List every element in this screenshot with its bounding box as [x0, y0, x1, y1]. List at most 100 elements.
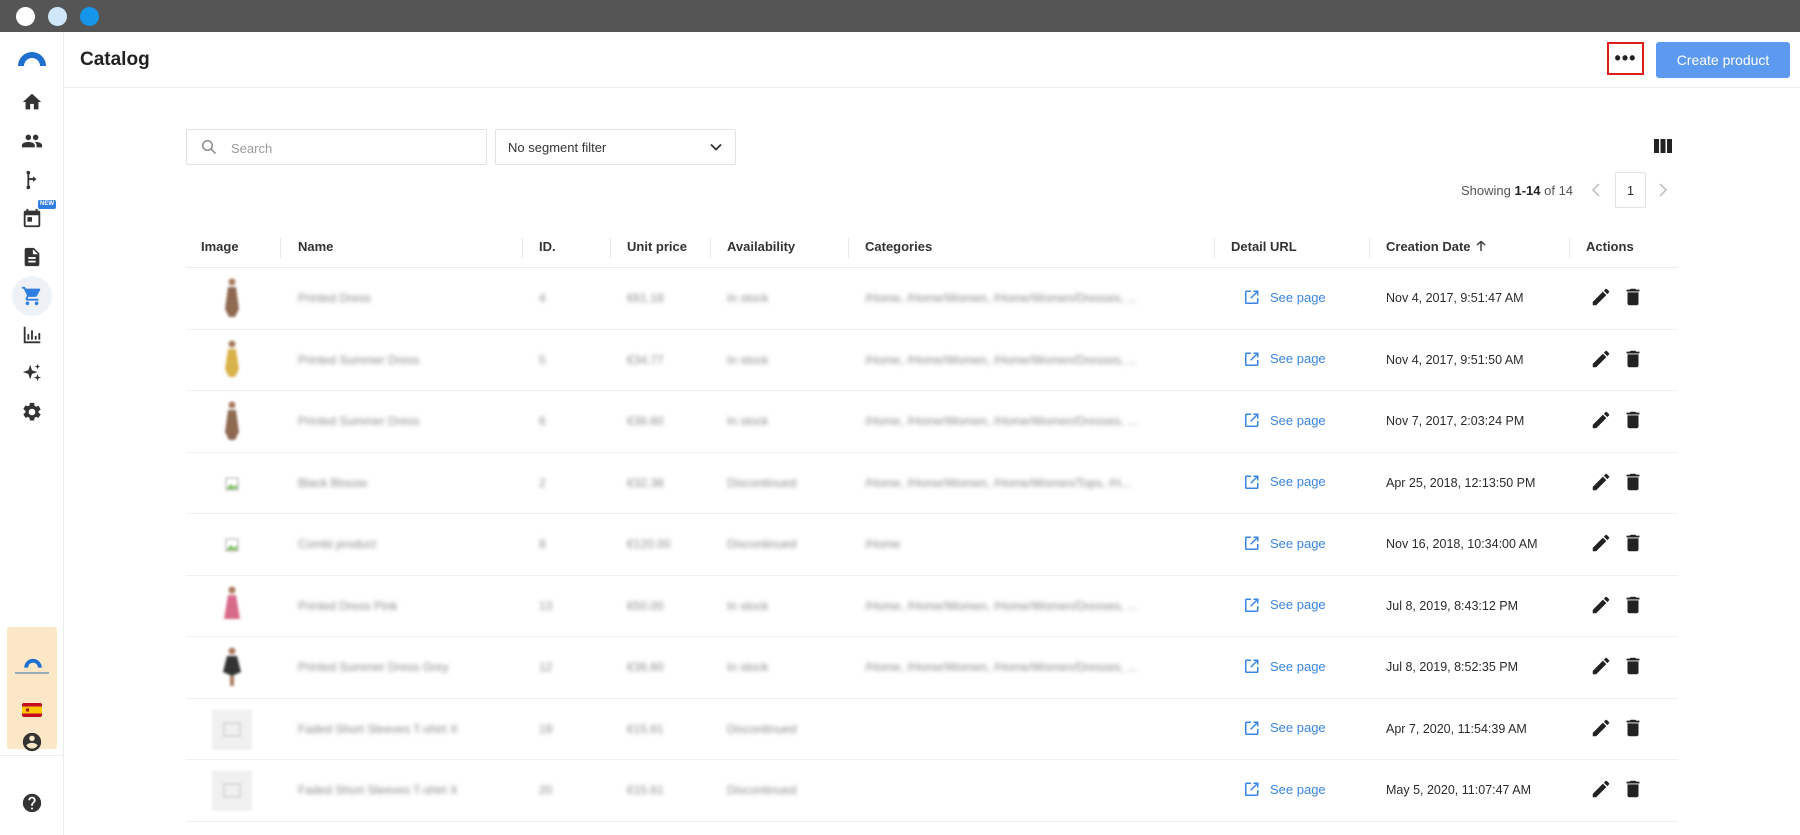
edit-pencil-icon[interactable] [1590, 655, 1612, 677]
sparkle-icon [22, 363, 42, 382]
account-logo-icon [24, 658, 42, 668]
see-page-link[interactable]: See page [1244, 597, 1326, 613]
see-page-label: See page [1270, 597, 1326, 612]
sidebar-item-documents[interactable] [12, 237, 52, 277]
see-page-label: See page [1270, 412, 1326, 428]
window-minimize-button[interactable] [48, 7, 67, 26]
column-header-id[interactable]: ID. [539, 239, 556, 254]
sidebar-item-contacts[interactable] [12, 121, 52, 161]
product-price: €15.61 [627, 783, 664, 797]
product-categories: /Home, /Home/Women, /Home/Women/Dresses,… [865, 291, 1138, 305]
see-page-link[interactable]: See page [1244, 781, 1326, 797]
product-price: €36.60 [627, 414, 664, 428]
page-title: Catalog [80, 49, 150, 70]
column-header-name[interactable]: Name [298, 239, 333, 254]
edit-pencil-icon[interactable] [1590, 471, 1612, 493]
new-badge: NEW [38, 200, 56, 209]
column-header-categories[interactable]: Categories [865, 239, 932, 254]
table-row[interactable]: Combi product 8 €120.00 Discontinued /Ho… [186, 514, 1678, 576]
edit-pencil-icon[interactable] [1590, 778, 1612, 800]
see-page-link[interactable]: See page [1244, 658, 1326, 674]
table-row[interactable]: Printed Dress Pink 13 €50.00 In stock /H… [186, 576, 1678, 637]
edit-pencil-icon[interactable] [1590, 286, 1612, 308]
product-price: €32.38 [627, 475, 664, 490]
delete-trash-icon[interactable] [1622, 471, 1644, 493]
chevron-right-icon[interactable] [1655, 180, 1671, 200]
table-row[interactable]: Faded Short Sleeves T-shirt X 19 €15.61 … [186, 699, 1678, 760]
edit-pencil-icon[interactable] [1590, 532, 1612, 554]
edit-pencil-icon[interactable] [1590, 594, 1612, 616]
product-price: €36.60 [627, 660, 664, 674]
product-name: Printed Dress [298, 291, 371, 305]
product-categories: /Home, /Home/Women, /Home/Women/Dresses,… [865, 660, 1138, 674]
delete-trash-icon[interactable] [1622, 286, 1644, 308]
see-page-link[interactable]: See page [1244, 720, 1326, 736]
page-number-input[interactable]: 1 [1615, 172, 1646, 208]
external-link-icon [1245, 475, 1259, 489]
delete-trash-icon[interactable] [1622, 409, 1644, 431]
window-close-button[interactable] [16, 7, 35, 26]
sidebar-item-automation[interactable] [12, 160, 52, 200]
cart-icon [21, 286, 41, 306]
search-input[interactable] [231, 138, 471, 158]
catalog-table: Image Name ID. Unit price Availability C… [186, 227, 1678, 822]
table-row[interactable]: Faded Short Sleeves T-shirt X 20 €15.61 … [186, 760, 1678, 822]
sidebar-item-statistics[interactable] [12, 315, 52, 355]
delete-trash-icon[interactable] [1622, 655, 1644, 677]
product-availability: In stock [727, 414, 769, 428]
see-page-link[interactable]: See page [1244, 474, 1326, 490]
product-categories: /Home, /Home/Women, /Home/Women/Dresses,… [865, 352, 1138, 367]
product-availability: In stock [727, 352, 769, 367]
spain-flag-icon[interactable] [22, 703, 42, 717]
delete-trash-icon[interactable] [1622, 778, 1644, 800]
column-header-unit-price[interactable]: Unit price [627, 239, 687, 254]
see-page-link[interactable]: See page [1244, 351, 1326, 367]
table-row[interactable]: Printed Summer Dress 5 €34.77 In stock /… [186, 330, 1678, 391]
product-name: Printed Summer Dress Grey [298, 660, 449, 674]
user-profile-icon[interactable] [21, 731, 43, 753]
edit-pencil-icon[interactable] [1590, 717, 1612, 739]
dress-pink-thumbnail [224, 586, 240, 619]
dress-black-thumbnail [223, 647, 241, 686]
edit-pencil-icon[interactable] [1590, 348, 1612, 370]
delete-trash-icon[interactable] [1622, 717, 1644, 739]
sidebar-item-catalog[interactable] [12, 276, 52, 316]
product-id: 13 [539, 598, 553, 613]
delete-trash-icon[interactable] [1622, 348, 1644, 370]
table-row[interactable]: Black Blouse 2 €32.38 Discontinued /Home… [186, 453, 1678, 514]
help-icon[interactable] [21, 792, 43, 814]
column-header-detail-url[interactable]: Detail URL [1231, 239, 1297, 254]
product-image [208, 520, 256, 570]
external-link-icon [1245, 659, 1259, 673]
see-page-link[interactable]: See page [1244, 412, 1326, 428]
column-header-availability[interactable]: Availability [727, 239, 795, 254]
creation-date: Apr 7, 2020, 11:54:39 AM [1386, 721, 1527, 736]
product-categories: /Home [865, 537, 901, 551]
see-page-label: See page [1270, 351, 1326, 366]
chevron-left-icon[interactable] [1588, 180, 1604, 200]
create-product-button[interactable]: Create product [1656, 42, 1790, 78]
edit-pencil-icon[interactable] [1590, 409, 1612, 431]
table-row[interactable]: Printed Dress 4 €61.18 In stock /Home, /… [186, 268, 1678, 330]
sidebar-item-home[interactable] [12, 82, 52, 122]
segment-filter-select[interactable]: No segment filter [495, 129, 736, 165]
sidebar-item-ai[interactable] [12, 353, 52, 393]
product-image [208, 336, 256, 386]
more-options-button[interactable]: ••• [1607, 42, 1644, 75]
see-page-link[interactable]: See page [1244, 535, 1326, 551]
dress-brown-thumbnail [225, 401, 239, 440]
sidebar-item-settings[interactable] [12, 392, 52, 432]
product-categories: /Home, /Home/Women, /Home/Women/Dresses,… [865, 414, 1138, 428]
app-logo-icon[interactable] [16, 46, 48, 68]
columns-toggle-icon[interactable] [1654, 138, 1672, 154]
table-row[interactable]: Printed Summer Dress Grey 12 €36.60 In s… [186, 637, 1678, 699]
delete-trash-icon[interactable] [1622, 594, 1644, 616]
column-header-creation-date[interactable]: Creation Date [1386, 239, 1487, 254]
creation-date: Nov 16, 2018, 10:34:00 AM [1386, 537, 1538, 551]
see-page-link[interactable]: See page [1244, 289, 1326, 305]
window-maximize-button[interactable] [80, 7, 99, 26]
creation-date: Jul 8, 2019, 8:43:12 PM [1386, 598, 1519, 613]
delete-trash-icon[interactable] [1622, 532, 1644, 554]
sidebar-item-calendar[interactable]: NEW [12, 198, 56, 238]
table-row[interactable]: Printed Summer Dress 6 €36.60 In stock /… [186, 391, 1678, 453]
